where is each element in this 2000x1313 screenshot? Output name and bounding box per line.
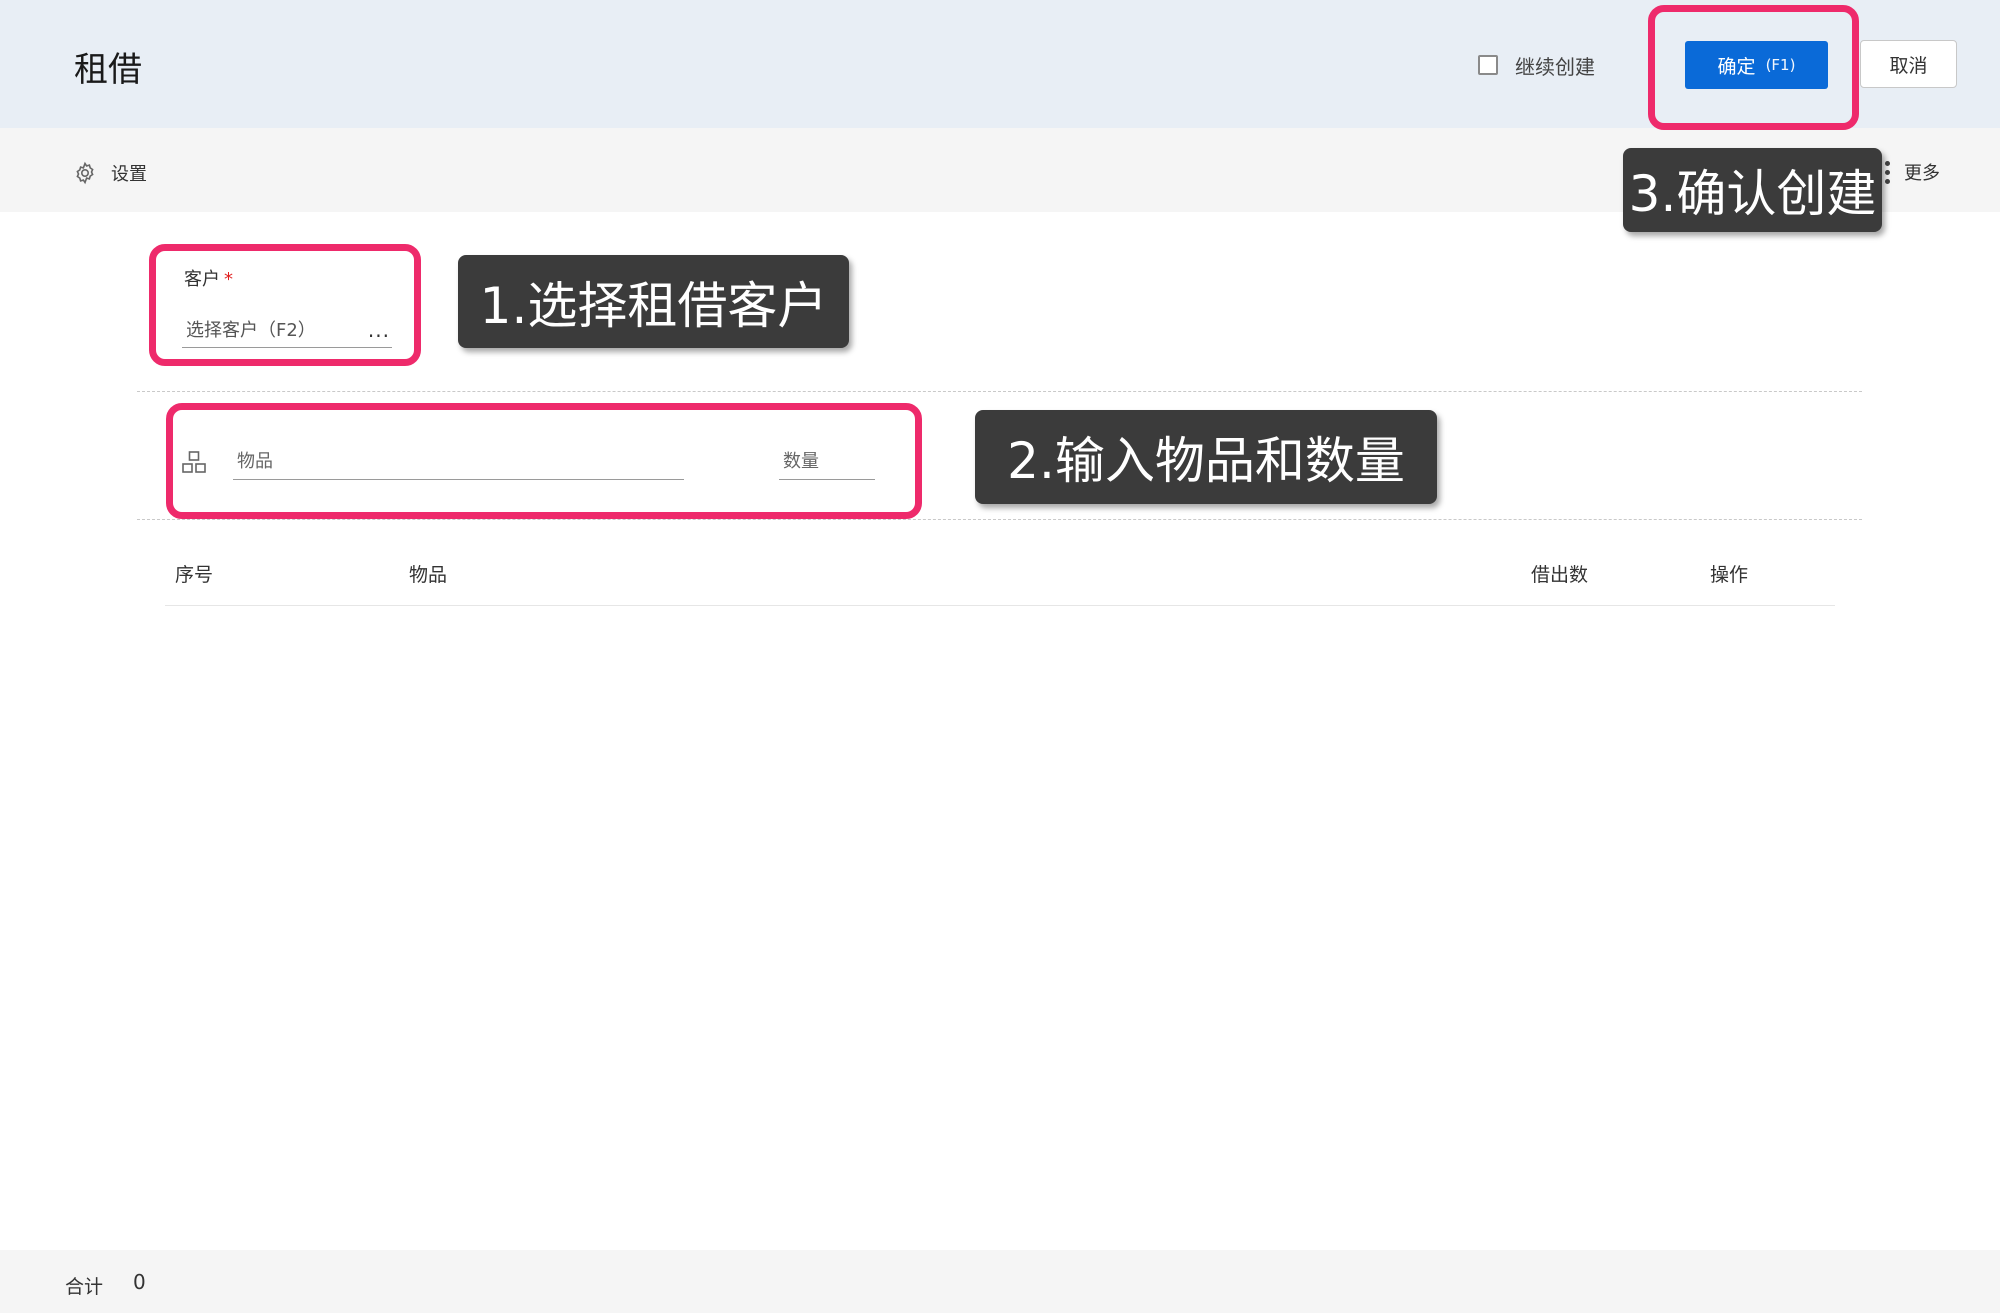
highlight-confirm-button bbox=[1648, 5, 1859, 130]
settings-label: 设置 bbox=[111, 164, 147, 185]
gear-icon bbox=[76, 161, 94, 185]
total-label: 合计 bbox=[65, 1276, 104, 1298]
column-header-item: 物品 bbox=[409, 564, 448, 586]
section-divider bbox=[137, 519, 1862, 520]
continue-create-toggle[interactable]: 继续创建 bbox=[1478, 52, 1595, 79]
highlight-customer-field bbox=[149, 244, 421, 366]
column-header-index: 序号 bbox=[175, 564, 214, 586]
section-divider bbox=[137, 391, 1862, 392]
settings-button[interactable]: 设置 bbox=[73, 160, 147, 186]
page-title: 租借 bbox=[74, 50, 142, 90]
more-button[interactable]: 更多 bbox=[1884, 159, 1940, 185]
continue-create-label: 继续创建 bbox=[1515, 54, 1595, 79]
annotation-step-3: 3.确认创建 bbox=[1623, 148, 1882, 232]
footer-bar bbox=[0, 1250, 2000, 1313]
cancel-button[interactable]: 取消 bbox=[1860, 40, 1957, 88]
annotation-step-2: 2.输入物品和数量 bbox=[975, 410, 1437, 504]
continue-create-checkbox[interactable] bbox=[1478, 55, 1498, 75]
annotation-step-1: 1.选择租借客户 bbox=[458, 255, 849, 348]
highlight-item-row bbox=[166, 403, 922, 519]
total-value: 0 bbox=[133, 1270, 146, 1294]
more-label: 更多 bbox=[1904, 163, 1940, 184]
column-header-lent-qty: 借出数 bbox=[1531, 564, 1589, 586]
table-header: 序号 物品 借出数 操作 bbox=[165, 546, 1835, 606]
column-header-actions: 操作 bbox=[1710, 564, 1749, 586]
more-vertical-icon bbox=[1884, 160, 1890, 184]
